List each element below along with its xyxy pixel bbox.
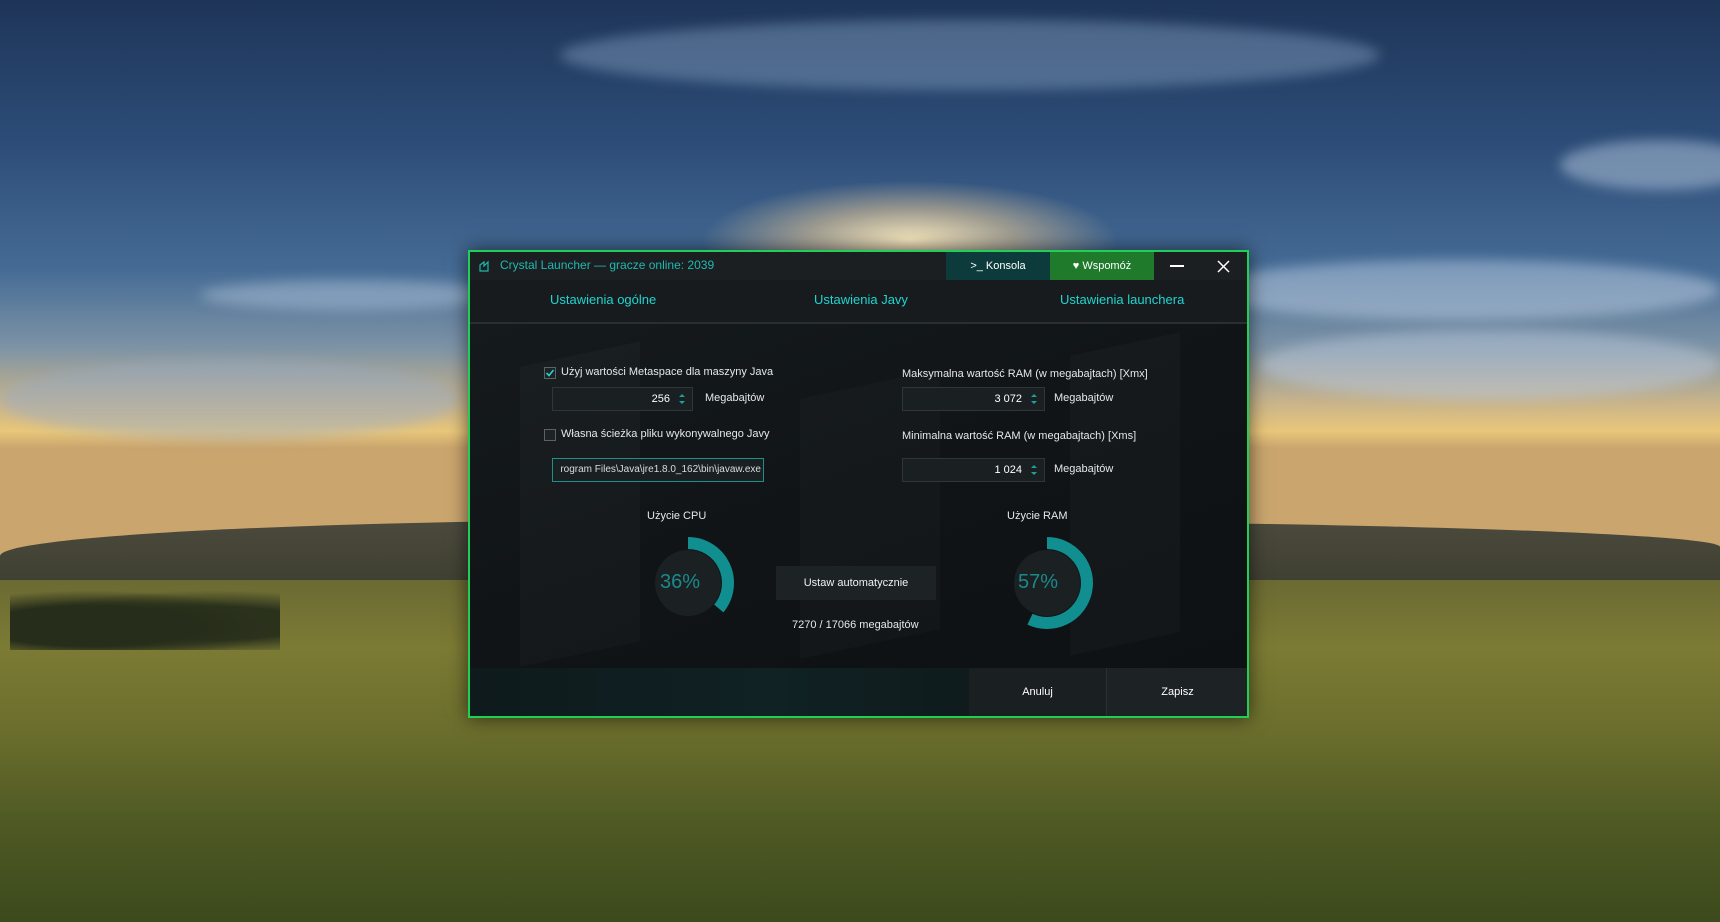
title-bar[interactable]: Crystal Launcher — gracze online: 2039 >…	[470, 252, 1247, 280]
save-button[interactable]: Zapisz	[1106, 668, 1247, 716]
cloud	[200, 280, 500, 310]
metaspace-stepper[interactable]: 256	[552, 387, 693, 411]
xms-label: Minimalna wartość RAM (w megabajtach) [X…	[902, 430, 1137, 442]
cloud	[1260, 330, 1720, 400]
minimize-button[interactable]	[1154, 252, 1200, 280]
console-button-label: >_ Konsola	[970, 260, 1026, 272]
donate-button-label: Wspomóż	[1082, 260, 1132, 272]
footer-background	[470, 668, 970, 716]
memory-usage-text: 7270 / 17066 megabajtów	[792, 619, 919, 631]
stepper-arrows-icon[interactable]	[678, 391, 686, 407]
tab-general-settings[interactable]: Ustawienia ogólne	[550, 292, 656, 307]
metaspace-checkbox[interactable]	[544, 367, 556, 379]
cloud	[560, 20, 1380, 90]
tab-launcher-settings[interactable]: Ustawienia launchera	[1060, 292, 1184, 307]
java-path-input[interactable]: rogram Files\Java\jre1.8.0_162\bin\javaw…	[552, 458, 764, 482]
metaspace-label: Użyj wartości Metaspace dla maszyny Java	[561, 366, 774, 378]
cancel-button-label: Anuluj	[1022, 686, 1053, 698]
settings-tabs: Ustawienia ogólne Ustawienia Javy Ustawi…	[470, 280, 1247, 324]
ram-usage-percent: 57%	[1018, 571, 1059, 593]
custom-path-label: Własna ścieżka pliku wykonywalnego Javy	[561, 428, 770, 440]
ram-usage-title: Użycie RAM	[1007, 510, 1068, 522]
tab-java-settings[interactable]: Ustawienia Javy	[814, 292, 908, 307]
metaspace-value: 256	[651, 393, 670, 405]
xms-stepper[interactable]: 1 024	[902, 458, 1045, 482]
cloud	[0, 360, 460, 440]
auto-set-label: Ustaw automatycznie	[803, 577, 909, 589]
checkmark-icon	[545, 369, 555, 377]
minimize-icon	[1170, 265, 1184, 267]
save-button-label: Zapisz	[1161, 686, 1194, 698]
xmx-label: Maksymalna wartość RAM (w megabajtach) […	[902, 368, 1148, 380]
metaspace-unit: Megabajtów	[705, 392, 765, 404]
xmx-unit: Megabajtów	[1054, 392, 1114, 404]
heart-icon: ♥	[1072, 260, 1080, 272]
cpu-usage-title: Użycie CPU	[647, 510, 707, 522]
java-settings-panel: Użyj wartości Metaspace dla maszyny Java…	[470, 324, 1247, 668]
background-shape	[800, 369, 940, 659]
trees	[10, 590, 280, 650]
cpu-usage-percent: 36%	[660, 571, 701, 593]
xmx-stepper[interactable]: 3 072	[902, 387, 1045, 411]
launcher-logo-icon	[478, 259, 492, 273]
donate-button[interactable]: ♥ Wspomóż	[1050, 252, 1154, 280]
auto-set-button[interactable]: Ustaw automatycznie	[776, 566, 936, 600]
launcher-window: Crystal Launcher — gracze online: 2039 >…	[468, 250, 1249, 718]
xms-value: 1 024	[994, 464, 1022, 476]
custom-path-checkbox[interactable]	[544, 429, 556, 441]
xmx-value: 3 072	[994, 393, 1022, 405]
xms-unit: Megabajtów	[1054, 463, 1114, 475]
console-button[interactable]: >_ Konsola	[946, 252, 1050, 280]
cancel-button[interactable]: Anuluj	[969, 668, 1106, 716]
close-button[interactable]	[1200, 252, 1247, 280]
stepper-arrows-icon[interactable]	[1030, 391, 1038, 407]
stepper-arrows-icon[interactable]	[1030, 462, 1038, 478]
footer-bar: Anuluj Zapisz	[470, 668, 1247, 716]
cloud	[1200, 260, 1720, 320]
window-title: Crystal Launcher — gracze online: 2039	[500, 258, 715, 272]
close-icon	[1217, 259, 1230, 273]
